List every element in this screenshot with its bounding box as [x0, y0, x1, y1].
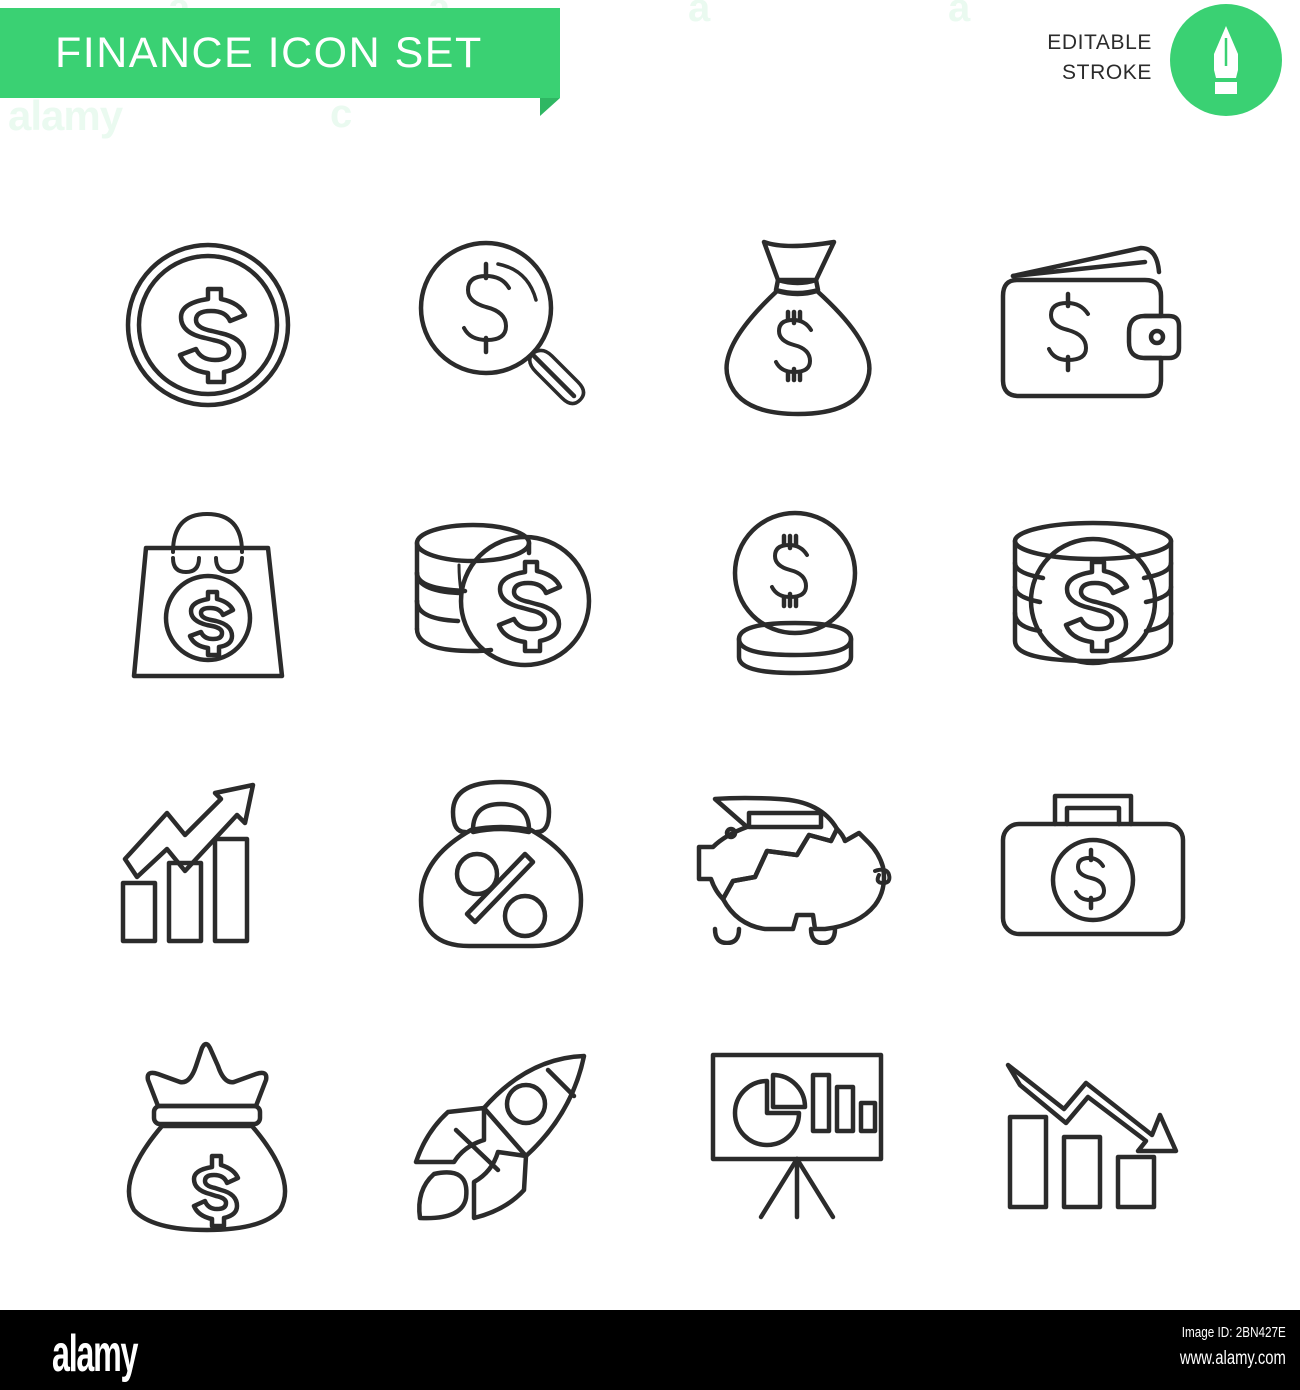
watermark-ghost-letter: a — [688, 0, 711, 30]
title-banner: FINANCE ICON SET — [0, 8, 560, 98]
watermark-ghost-letter: c — [330, 92, 353, 136]
wallet-dollar-icon — [1000, 245, 1181, 399]
icon-cell-coin-stack-dollar[interactable] — [355, 460, 650, 730]
icon-cell-coin-on-coins[interactable] — [650, 460, 945, 730]
icon-cell-money-sack-crown[interactable] — [60, 1000, 355, 1270]
watermark-ghost-letter: a — [948, 0, 971, 30]
coin-on-coins-icon — [732, 510, 857, 676]
icon-cell-presentation-board-chart[interactable] — [650, 1000, 945, 1270]
briefcase-dollar-icon — [1000, 793, 1185, 936]
money-bag-icon — [723, 239, 872, 416]
icon-cell-growth-chart-arrow-up[interactable] — [60, 730, 355, 1000]
footer-bar: alamy Image ID: 2BN427E www.alamy.com — [0, 1310, 1300, 1390]
decline-chart-arrow-down-icon — [1005, 1062, 1179, 1209]
dollar-coin-icon — [125, 242, 290, 408]
banner-fold-corner — [540, 98, 560, 116]
pen-nib-icon — [1214, 26, 1238, 94]
page-header: a a a a c alamy FINANCE ICON SET EDITABL… — [0, 0, 1300, 140]
growth-chart-arrow-up-icon — [120, 782, 255, 943]
watermark-ghost-alamy: alamy — [8, 92, 123, 139]
icon-grid — [60, 190, 1240, 1270]
broken-piggy-bank-icon — [696, 795, 891, 945]
editable-stroke-line1: EDITABLE — [1047, 31, 1152, 54]
alamy-logo: alamy — [52, 1325, 138, 1383]
icon-cell-coin-roll-dollar[interactable] — [945, 460, 1240, 730]
icon-cell-money-bag[interactable] — [650, 190, 945, 460]
presentation-board-chart-icon — [710, 1052, 883, 1220]
percent-weight-tag-icon — [418, 779, 583, 949]
magnifier-dollar-icon — [418, 240, 585, 406]
editable-stroke-label: EDITABLE STROKE — [1047, 28, 1152, 88]
footer-meta: Image ID: 2BN427E www.alamy.com — [1150, 1324, 1286, 1370]
icon-cell-shopping-bag-dollar[interactable] — [60, 460, 355, 730]
money-sack-crown-icon — [126, 1041, 287, 1232]
coin-roll-dollar-icon — [1012, 520, 1173, 666]
icon-cell-decline-chart-arrow-down[interactable] — [945, 1000, 1240, 1270]
icon-cell-magnifier-dollar[interactable] — [355, 190, 650, 460]
coin-stack-dollar-icon — [414, 522, 591, 668]
shopping-bag-dollar-icon — [131, 512, 284, 679]
icon-cell-wallet-dollar[interactable] — [945, 190, 1240, 460]
image-id-text: Image ID: 2BN427E — [1181, 1324, 1286, 1341]
editable-stroke-line2: STROKE — [1062, 61, 1152, 84]
footer-url-text: www.alamy.com — [1180, 1348, 1286, 1369]
icon-cell-briefcase-dollar[interactable] — [945, 730, 1240, 1000]
icon-cell-percent-weight-tag[interactable] — [355, 730, 650, 1000]
rocket-icon — [413, 1053, 586, 1220]
icon-cell-rocket[interactable] — [355, 1000, 650, 1270]
pen-badge — [1170, 4, 1282, 116]
icon-cell-broken-piggy-bank[interactable] — [650, 730, 945, 1000]
icon-cell-dollar-coin[interactable] — [60, 190, 355, 460]
page-title: FINANCE ICON SET — [55, 28, 483, 77]
